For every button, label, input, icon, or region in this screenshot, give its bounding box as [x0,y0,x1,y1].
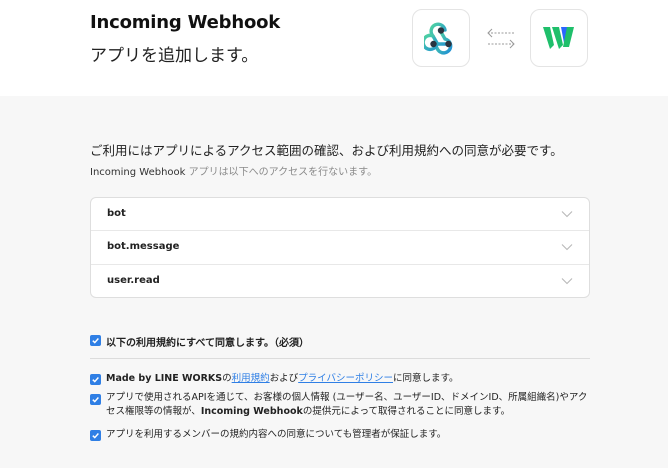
scope-item-user-read[interactable]: user.read [91,265,589,298]
header: Incoming Webhook アプリを追加します。 [0,0,668,96]
consent-title: ご利用にはアプリによるアクセス範囲の確認、および利用規約への同意が必要です。 [90,143,563,158]
scope-label: bot.message [107,241,180,253]
scope-item-bot-message[interactable]: bot.message [91,231,589,265]
exchange-arrows-icon [487,28,515,49]
agree-all-checkbox[interactable] [90,335,101,346]
scope-label: bot [107,208,126,219]
consent-app-name: Incoming Webhook [90,167,186,178]
checkmark-icon [92,338,99,344]
consent-access-text: アプリは以下へのアクセスを行ないます。 [185,167,378,178]
terms-text: に同意します。 [392,373,459,384]
chevron-down-icon[interactable] [561,277,573,285]
app-subtitle: アプリを追加します。 [90,46,259,66]
chevron-down-icon[interactable] [561,243,573,251]
brand-name: Made by LINE WORKS [106,373,223,384]
terms-checkbox-3[interactable] [90,430,101,441]
terms-item-3: アプリを利用するメンバーの規約内容への同意についても管理者が保証します。 [106,429,447,440]
line-works-app-tile [530,9,588,67]
consent-subtitle: Incoming Webhook アプリは以下へのアクセスを行ないます。 [90,163,377,178]
terms-item-2: アプリで使用されるAPIを通じて、お客様の個人情報 (ユーザー名、ユーザーID、… [106,391,596,419]
terms-checkbox-2[interactable] [90,394,101,405]
scope-list: bot bot.message user.read [90,197,590,298]
agree-all-label: 以下の利用規約にすべて同意します。（必須） [106,338,309,349]
webhook-icon [424,22,453,55]
terms-checkbox-1[interactable] [90,374,101,385]
scope-label: user.read [107,274,160,286]
checkmark-icon [92,397,99,403]
privacy-policy-link[interactable]: プライバシーポリシー [298,373,393,384]
chevron-down-icon[interactable] [561,210,573,218]
line-works-icon [543,27,574,49]
terms-text: の提供元によって取得されることに同意します。 [302,406,511,417]
divider [90,358,590,359]
scope-item-bot[interactable]: bot [91,198,589,232]
webhook-app-tile [412,9,470,67]
terms-text: および [269,373,299,384]
terms-item-1: Made by LINE WORKSの利用規約およびプライバシーポリシーに同意し… [106,372,596,386]
terms-of-use-link[interactable]: 利用規約 [232,373,270,384]
terms-text: の [222,373,232,384]
checkmark-icon [92,377,99,383]
checkmark-icon [92,433,99,439]
app-title: Incoming Webhook [90,12,281,33]
app-name-inline: Incoming Webhook [200,406,303,417]
